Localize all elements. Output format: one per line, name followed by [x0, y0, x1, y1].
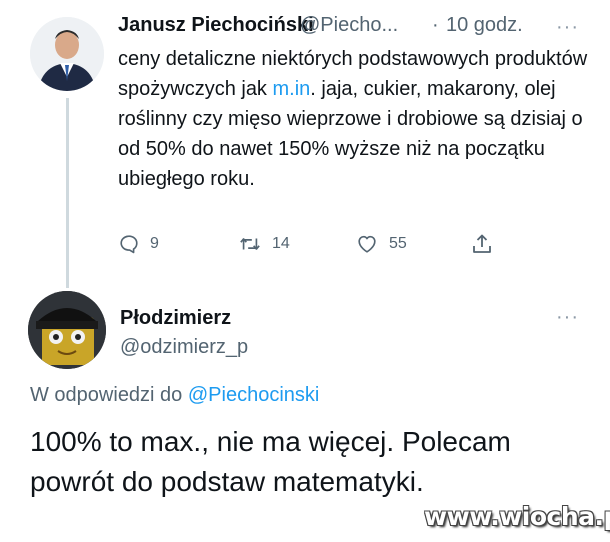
reply-count: 9: [150, 235, 159, 252]
more-options-icon[interactable]: ···: [556, 16, 579, 39]
watermark: www.wiocha.pl: [424, 502, 610, 531]
user-handle[interactable]: @odzimierz_p: [120, 336, 248, 359]
share-icon: [473, 234, 491, 253]
user-handle[interactable]: @Piecho...: [300, 14, 398, 37]
avatar-image: [30, 17, 104, 91]
reply-icon: [120, 235, 138, 254]
tweet-text: 100% to max., nie ma więcej. Polecam pow…: [30, 426, 511, 497]
reply-button[interactable]: 9: [118, 232, 159, 256]
timestamp[interactable]: 10 godz.: [446, 14, 523, 37]
tweet-text: ceny detaliczne niektórych podstawowych …: [118, 44, 588, 194]
more-options-icon[interactable]: ···: [556, 306, 579, 329]
avatar-image: [28, 291, 106, 369]
separator-dot: ·: [432, 14, 439, 36]
thread-line: [66, 98, 69, 288]
retweet-button[interactable]: 14: [238, 232, 290, 256]
retweet-icon: [240, 238, 260, 250]
share-button[interactable]: [470, 232, 494, 256]
retweet-count: 14: [272, 235, 290, 252]
avatar-janusz[interactable]: [30, 17, 104, 91]
reply-context: W odpowiedzi do @Piechocinski: [30, 384, 319, 407]
link-min[interactable]: m.in: [273, 78, 311, 100]
like-count: 55: [389, 235, 407, 252]
reply-prefix: W odpowiedzi do: [30, 384, 188, 406]
heart-icon: [358, 235, 376, 253]
display-name[interactable]: Płodzimierz: [120, 307, 231, 330]
display-name[interactable]: Janusz Piechociński: [118, 14, 314, 37]
like-button[interactable]: 55: [355, 232, 407, 256]
reply-mention-link[interactable]: @Piechocinski: [188, 384, 319, 406]
avatar-plodzimierz[interactable]: [28, 291, 106, 369]
